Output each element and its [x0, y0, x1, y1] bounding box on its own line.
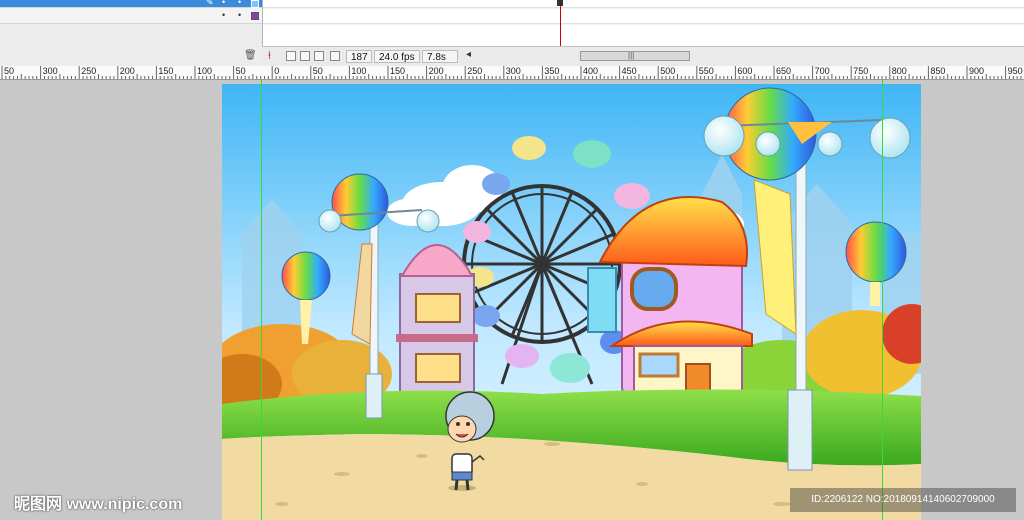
timeline-panel: ✎ • • • • 🗑 ⍿ 187 24.0 fps 7.8s ◂ ||| — [0, 0, 1024, 66]
pink-tower-building — [396, 244, 478, 395]
timeline-scrollbar[interactable] — [580, 51, 690, 61]
ruler-label: 900 — [969, 66, 985, 76]
onion-skin-icon[interactable] — [286, 51, 296, 61]
ruler-label: 950 — [1007, 66, 1023, 76]
layer-row[interactable]: • • — [0, 8, 262, 24]
ruler-label: 300 — [505, 66, 521, 76]
frame-rate: 24.0 fps — [374, 50, 420, 63]
ruler-label: 0 — [274, 66, 280, 76]
ruler-label: 250 — [467, 66, 483, 76]
eye-dot-icon[interactable]: • — [222, 11, 225, 20]
ruler-label: 100 — [351, 66, 367, 76]
amusement-park-scene — [222, 84, 921, 520]
ruler-label: 350 — [544, 66, 560, 76]
ruler-label: 250 — [81, 66, 97, 76]
ruler-label: 750 — [853, 66, 869, 76]
scroll-left-arrow-icon[interactable]: ◂ — [466, 49, 471, 60]
ruler-label: 150 — [158, 66, 174, 76]
ruler-label: 500 — [660, 66, 676, 76]
ruler-label: 200 — [428, 66, 444, 76]
ruler-label: 50 — [235, 66, 246, 76]
ruler-label: 800 — [891, 66, 907, 76]
ruler-label: 650 — [776, 66, 792, 76]
layer-row-selected[interactable]: ✎ • • — [0, 0, 262, 8]
image-id-watermark: ID:2206122 NO:20180914140602709000 — [790, 488, 1016, 512]
timeline-status-bar: ⍿ 187 24.0 fps 7.8s ◂ ||| — [262, 46, 1024, 66]
eye-dot-icon[interactable]: • — [222, 0, 225, 7]
scroll-grip-icon: ||| — [628, 51, 635, 60]
ruler-label: 450 — [621, 66, 637, 76]
lock-dot-icon[interactable]: • — [238, 0, 241, 7]
ruler-label: 550 — [698, 66, 714, 76]
frame-ticks — [263, 7, 1024, 25]
frame-grid[interactable] — [263, 0, 1024, 46]
lock-dot-icon[interactable]: • — [238, 11, 241, 20]
horizontal-ruler: 50 300 250 200 150 100 50 0 50 100 150 200 250 300 350… — [0, 66, 1024, 80]
playhead[interactable] — [560, 0, 561, 48]
center-frame-icon[interactable]: ⍿ — [268, 50, 271, 63]
guide-line-left[interactable] — [261, 80, 262, 520]
ruler-label: 50 — [312, 66, 323, 76]
trash-icon[interactable]: 🗑 — [244, 50, 257, 61]
elapsed-time: 7.8s — [422, 50, 458, 63]
ruler-label: 100 — [197, 66, 213, 76]
outline-swatch-icon[interactable] — [251, 12, 259, 20]
ruler-label: 150 — [390, 66, 406, 76]
ruler-label: 700 — [814, 66, 830, 76]
site-watermark: 昵图网 www.nipic.com — [14, 496, 183, 513]
ruler-label: 850 — [930, 66, 946, 76]
current-frame: 187 — [346, 50, 372, 63]
ruler-label: 400 — [583, 66, 599, 76]
playhead-handle[interactable] — [557, 0, 563, 6]
onion-outline-icon[interactable] — [300, 51, 310, 61]
pencil-icon: ✎ — [206, 0, 214, 7]
layer-list: ✎ • • • • 🗑 — [0, 0, 263, 66]
ruler-label: 50 — [4, 66, 15, 76]
modify-markers-icon[interactable] — [330, 51, 340, 61]
ruler-label: 600 — [737, 66, 753, 76]
edit-frames-icon[interactable] — [314, 51, 324, 61]
ruler-label: 300 — [42, 66, 58, 76]
stage-canvas[interactable] — [222, 84, 921, 520]
outline-swatch-icon[interactable] — [251, 0, 259, 8]
ruler-label: 200 — [119, 66, 135, 76]
guide-line-right[interactable] — [882, 80, 883, 520]
